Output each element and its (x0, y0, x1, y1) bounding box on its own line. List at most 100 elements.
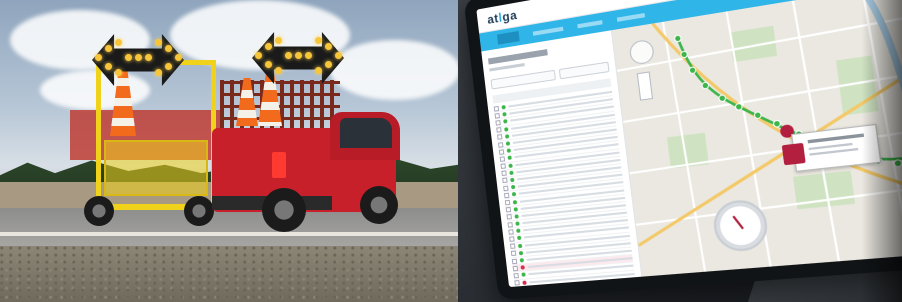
row-checkbox[interactable] (497, 134, 502, 140)
row-checkbox[interactable] (501, 171, 506, 177)
arrow-lamp (265, 43, 272, 50)
status-dot-icon (506, 141, 510, 146)
row-checkbox[interactable] (507, 214, 512, 220)
route-point[interactable] (702, 82, 709, 89)
route-point[interactable] (674, 35, 681, 42)
row-checkbox[interactable] (502, 178, 507, 184)
row-checkbox[interactable] (501, 163, 506, 169)
row-checkbox[interactable] (496, 127, 501, 133)
arrow-lamp (105, 45, 112, 52)
date-select[interactable] (559, 62, 610, 80)
row-checkbox[interactable] (504, 193, 509, 199)
truck-wheel (360, 186, 398, 224)
row-checkbox[interactable] (503, 185, 508, 191)
arrow-lamp (165, 45, 172, 52)
gravel-shoulder (0, 246, 458, 302)
vehicle-title-placeholder (488, 49, 548, 64)
app-logo: atlga (486, 7, 517, 26)
arrow-lamp (125, 54, 132, 61)
status-dot-icon (513, 200, 517, 204)
status-dot-icon (502, 112, 506, 117)
tail-light (272, 152, 286, 178)
roadside-truck-photo (0, 0, 458, 302)
gauge-needle (732, 216, 744, 230)
status-dot-icon (508, 156, 512, 161)
row-checkbox[interactable] (498, 142, 503, 148)
arrow-lamp (335, 52, 342, 59)
arrow-lamp (145, 54, 152, 61)
arrow-lamp (255, 52, 262, 59)
trailer-wheel (84, 196, 114, 226)
row-checkbox[interactable] (510, 244, 516, 250)
status-dot-icon (521, 273, 525, 277)
status-dot-icon (515, 221, 519, 225)
nav-item[interactable] (533, 27, 564, 36)
truck-window (340, 118, 392, 148)
arrow-lamp (105, 63, 112, 70)
status-dot-icon (503, 120, 507, 125)
route-point[interactable] (894, 160, 902, 168)
row-checkbox[interactable] (513, 273, 519, 278)
row-checkbox[interactable] (507, 222, 513, 228)
nav-item[interactable] (577, 20, 602, 28)
arrow-lamp (175, 54, 182, 61)
row-checkbox[interactable] (508, 229, 514, 235)
status-dot-icon (520, 258, 524, 262)
row-checkbox[interactable] (500, 156, 505, 162)
status-dot-icon (522, 280, 526, 284)
route-point[interactable] (735, 103, 742, 110)
route-point[interactable] (773, 120, 781, 127)
row-checkbox[interactable] (509, 236, 515, 242)
arrow-lamp (135, 54, 142, 61)
row-checkbox[interactable] (512, 258, 518, 264)
route-point[interactable] (719, 95, 726, 102)
truck-wheel (262, 188, 306, 232)
arrow-lamp (155, 69, 162, 76)
arrow-lamp (95, 54, 102, 61)
arrow-lamp (285, 52, 292, 59)
row-checkbox[interactable] (506, 207, 511, 213)
monitor: atlga (464, 0, 902, 300)
status-dot-icon (518, 243, 522, 247)
map-view[interactable] (612, 0, 902, 277)
trailer-panel (104, 140, 208, 196)
route-point[interactable] (689, 67, 696, 74)
arrow-lamp (315, 67, 322, 74)
arrow-lamp (325, 43, 332, 50)
status-dot-icon (521, 265, 525, 269)
status-dot-icon (509, 170, 513, 175)
status-dot-icon (501, 105, 505, 110)
row-checkbox[interactable] (495, 113, 500, 119)
status-dot-icon (514, 214, 518, 218)
event-list (494, 89, 636, 287)
arrow-lamp (265, 61, 272, 68)
app-content (481, 0, 902, 287)
trailer-wheel (184, 196, 214, 226)
nav-item[interactable] (617, 13, 645, 22)
row-checkbox[interactable] (513, 266, 519, 272)
arrow-lamp (315, 37, 322, 44)
arrow-lamp (275, 37, 282, 44)
nav-item-active[interactable] (497, 31, 520, 45)
arrow-lamp (295, 52, 302, 59)
route-point[interactable] (681, 51, 688, 58)
row-checkbox[interactable] (499, 149, 504, 155)
status-dot-icon (516, 229, 520, 233)
road-line (0, 232, 458, 236)
arrow-lamp (115, 69, 122, 76)
screen: atlga (476, 0, 902, 287)
row-checkbox[interactable] (495, 120, 500, 126)
arrow-lamp (155, 39, 162, 46)
route-point[interactable] (754, 112, 761, 119)
row-checkbox[interactable] (505, 200, 510, 206)
arrow-lamp (325, 61, 332, 68)
row-checkbox[interactable] (494, 106, 499, 112)
row-checkbox[interactable] (511, 251, 517, 257)
status-dot-icon (519, 251, 523, 255)
arrow-lamp (275, 67, 282, 74)
row-checkbox[interactable] (514, 280, 520, 285)
status-dot-icon (514, 207, 518, 211)
alert-badge (782, 143, 806, 165)
status-dot-icon (512, 192, 516, 196)
status-dot-icon (511, 185, 515, 190)
